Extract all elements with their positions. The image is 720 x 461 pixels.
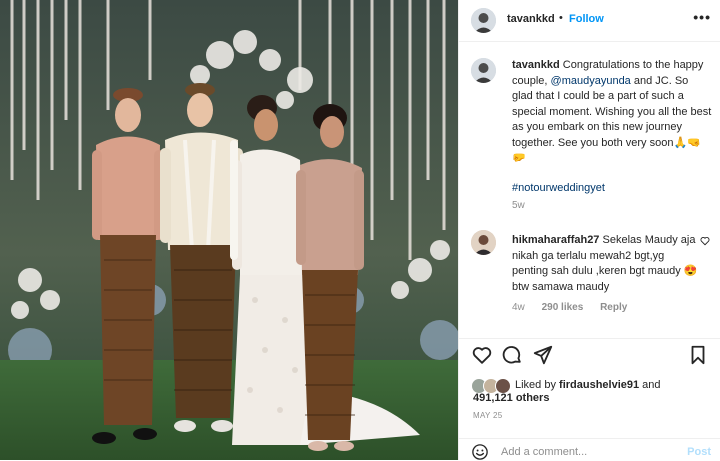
comment: hikmaharaffah27 Sekelas Maudy aja nikah … — [512, 233, 702, 295]
caption-timestamp[interactable]: 5w — [512, 200, 525, 211]
likes-count[interactable]: 491,121 others — [473, 392, 549, 404]
liked-by-user[interactable]: firdaushelvie91 — [559, 379, 639, 391]
comment-text-tail: btw samawa maudy — [512, 280, 610, 293]
post-actions: Liked by firdaushelvie91 and 491,121 oth… — [459, 338, 720, 438]
liked-by-and: and — [639, 379, 661, 391]
follow-button[interactable]: Follow — [569, 13, 604, 25]
post-date[interactable]: MAY 25 — [473, 411, 503, 420]
comment-likes[interactable]: 290 likes — [542, 302, 584, 313]
instagram-post: tavankkd • Follow ••• tavankkd Congratul… — [0, 0, 720, 460]
comment-icon[interactable] — [501, 344, 523, 366]
author-username[interactable]: tavankkd — [507, 13, 555, 25]
emoji-icon[interactable] — [471, 443, 489, 461]
post-comment-button[interactable]: Post — [687, 446, 711, 458]
comment-timestamp[interactable]: 4w — [512, 302, 525, 313]
post-header: tavankkd • Follow ••• — [459, 0, 720, 42]
mention-link[interactable]: @maudyayunda — [551, 75, 631, 87]
profile-picture — [471, 230, 496, 255]
reply-button[interactable]: Reply — [600, 302, 627, 313]
separator-dot: • — [559, 12, 563, 24]
wedding-photo — [0, 0, 458, 460]
comment-username[interactable]: hikmaharaffah27 — [512, 234, 599, 246]
add-comment-bar: Post — [459, 438, 720, 460]
hashtag-link[interactable]: #notourweddingyet — [512, 181, 712, 197]
profile-picture — [471, 58, 496, 83]
commenter-avatar[interactable] — [471, 230, 496, 255]
post-photo[interactable] — [0, 0, 458, 460]
bookmark-icon[interactable] — [687, 344, 709, 366]
comment-input[interactable] — [501, 444, 671, 460]
profile-picture — [471, 8, 496, 33]
liked-by-text: Liked by firdaushelvie91 and — [515, 379, 661, 391]
caption-avatar[interactable] — [471, 58, 496, 83]
heart-icon[interactable] — [471, 344, 493, 366]
comment-meta: 4w 290 likes Reply — [512, 302, 641, 313]
avatar[interactable] — [471, 8, 496, 33]
liked-by-prefix: Liked by — [515, 379, 560, 391]
more-options-icon[interactable]: ••• — [693, 9, 711, 25]
post-caption: tavankkd Congratulations to the happy co… — [512, 58, 712, 196]
post-side-panel: tavankkd • Follow ••• tavankkd Congratul… — [458, 0, 720, 460]
send-icon[interactable] — [532, 344, 554, 366]
comment-like-heart-icon[interactable] — [700, 236, 710, 246]
comment-emoji: 😍 — [683, 265, 698, 277]
caption-username[interactable]: tavankkd — [512, 59, 560, 71]
